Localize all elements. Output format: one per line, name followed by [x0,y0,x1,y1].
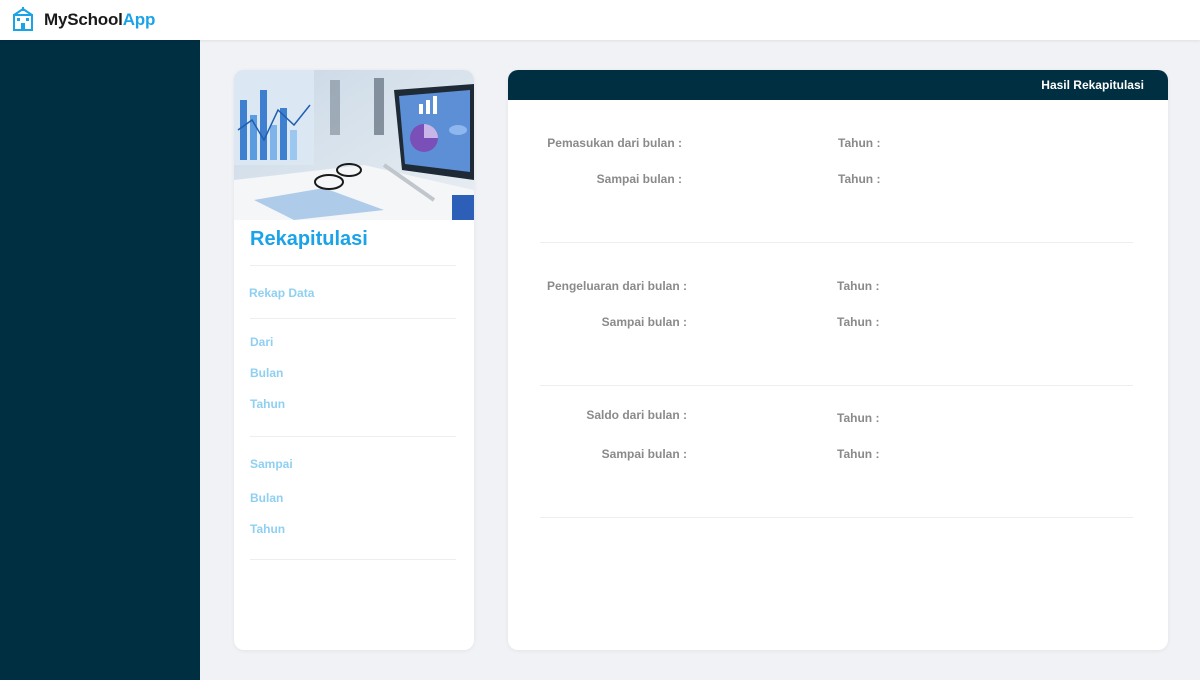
saldo-to-tahun: Tahun : [837,447,880,461]
sampai-label: Sampai [250,457,293,471]
divider [540,517,1133,518]
pemasukan-from-tahun: Tahun : [838,136,881,150]
card-title: Rekapitulasi [250,228,368,250]
pemasukan-to-tahun: Tahun : [838,172,881,186]
saldo-from-tahun: Tahun : [837,411,880,425]
pengeluaran-to-tahun: Tahun : [837,315,880,329]
top-bar: MySchoolApp [0,0,1200,40]
card-header-title: Hasil Rekapitulasi [1041,78,1144,92]
divider [250,318,456,319]
dari-tahun-field[interactable]: Tahun [250,397,285,411]
pengeluaran-to-label: Sampai bulan : [601,315,687,329]
divider [540,242,1133,243]
rekap-filter-card: Rekapitulasi Rekap Data Dari Bulan Tahun… [234,70,474,650]
pengeluaran-from-tahun: Tahun : [837,279,880,293]
divider [540,385,1133,386]
dari-bulan-field[interactable]: Bulan [250,366,283,380]
business-charts-photo [234,70,474,220]
divider [250,436,456,437]
school-building-icon[interactable] [10,7,36,33]
rekap-data-label: Rekap Data [249,286,315,300]
brand-main: MySchool [44,10,123,29]
hasil-rekap-card: Hasil Rekapitulasi Pemasukan dari bulan … [508,70,1168,650]
pemasukan-from-label: Pemasukan dari bulan : [547,136,682,150]
saldo-to-label: Sampai bulan : [601,447,687,461]
app-brand[interactable]: MySchoolApp [44,10,155,30]
divider [250,265,456,266]
sampai-tahun-field[interactable]: Tahun [250,522,285,536]
pemasukan-to-label: Sampai bulan : [596,172,682,186]
saldo-from-label: Saldo dari bulan : [586,408,687,422]
sidebar [0,40,200,680]
card-header: Hasil Rekapitulasi [508,70,1168,100]
dari-label: Dari [250,335,274,349]
divider [250,559,456,560]
pengeluaran-from-label: Pengeluaran dari bulan : [546,279,687,293]
sampai-bulan-field[interactable]: Bulan [250,491,283,505]
brand-accent: App [122,10,156,29]
